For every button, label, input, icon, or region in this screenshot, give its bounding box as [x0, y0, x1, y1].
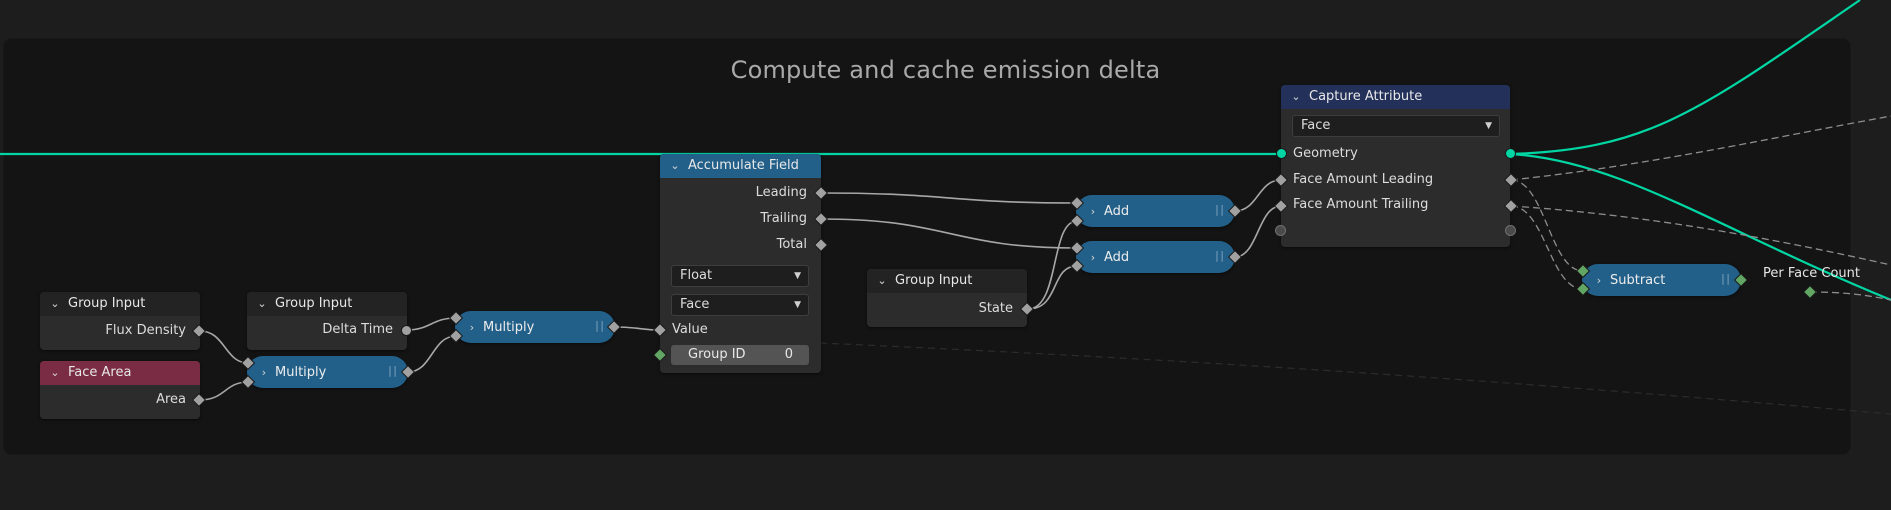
group-id-label: Group ID: [688, 347, 746, 362]
chevron-right-icon[interactable]: ›: [1086, 205, 1100, 218]
node-title: Face Area: [68, 365, 132, 380]
node-header[interactable]: ⌄ Face Area: [40, 361, 200, 385]
chevron-down-icon[interactable]: ⌄: [48, 292, 62, 316]
socket-extend-out[interactable]: [1506, 226, 1515, 235]
multiply-node-2[interactable]: › Multiply | |: [455, 311, 615, 343]
grip-icon[interactable]: | |: [388, 364, 397, 377]
data-type-select[interactable]: Float ▼: [671, 265, 809, 287]
chevron-right-icon[interactable]: ›: [257, 366, 271, 379]
chevron-down-icon: ▼: [794, 300, 801, 310]
capture-domain-value: Face: [1301, 118, 1331, 133]
output-trailing: Trailing: [760, 211, 807, 226]
node-title: Multiply: [275, 364, 327, 380]
output-leading: Leading: [755, 185, 807, 200]
node-title: Subtract: [1610, 272, 1666, 288]
node-title: Accumulate Field: [688, 158, 799, 173]
group-id-field[interactable]: Group ID 0: [671, 345, 809, 365]
accumulate-field-node[interactable]: ⌄ Accumulate Field Leading Trailing Tota…: [660, 154, 821, 373]
geometry-wire-out-up: [1509, 0, 1861, 156]
socket-extend-in[interactable]: [1276, 226, 1285, 235]
grip-icon[interactable]: | |: [1215, 249, 1224, 262]
wire-trailing-to-add2: [820, 218, 1078, 249]
chevron-right-icon[interactable]: ›: [465, 321, 479, 334]
wire-leading-to-subtract: [1510, 179, 1584, 272]
multiply-node-1[interactable]: › Multiply | |: [247, 356, 408, 388]
node-header[interactable]: ⌄ Group Input: [40, 292, 200, 316]
capture-attribute-node[interactable]: ⌄ Capture Attribute Face ▼ Geometry Face…: [1281, 85, 1510, 247]
grip-icon[interactable]: | |: [595, 319, 604, 332]
grip-icon[interactable]: | |: [1215, 203, 1224, 216]
node-header[interactable]: ⌄ Group Input: [247, 292, 407, 316]
domain-select[interactable]: Face ▼: [671, 294, 809, 316]
node-title: Capture Attribute: [1309, 89, 1423, 104]
wire-leading-to-add1: [820, 192, 1078, 204]
output-delta-time: Delta Time: [322, 322, 393, 337]
wire-area-to-multiply: [199, 381, 249, 401]
node-wires: [0, 0, 1891, 415]
output-total: Total: [776, 237, 807, 252]
chevron-down-icon[interactable]: ⌄: [1289, 85, 1303, 109]
reroute-label: Per Face Count: [1763, 266, 1860, 281]
wire-leading-out: [1510, 115, 1891, 181]
row-face-amount-trailing: Face Amount Trailing: [1293, 197, 1429, 212]
input-value: Value: [672, 322, 708, 337]
chevron-right-icon[interactable]: ›: [1592, 274, 1606, 287]
data-type-value: Float: [680, 268, 713, 283]
row-face-amount-leading: Face Amount Leading: [1293, 172, 1434, 187]
output-area: Area: [156, 392, 186, 407]
output-state: State: [978, 301, 1013, 316]
chevron-down-icon[interactable]: ⌄: [48, 361, 62, 385]
node-title: Add: [1104, 203, 1130, 219]
wire-state-to-add1: [1027, 220, 1078, 310]
socket-delta-time[interactable]: [402, 326, 411, 335]
group-id-value: 0: [784, 347, 793, 362]
wire-mul1-to-mul2: [407, 335, 457, 373]
chevron-down-icon[interactable]: ⌄: [668, 154, 682, 178]
chevron-down-icon: ▼: [1485, 121, 1492, 131]
chevron-down-icon[interactable]: ⌄: [255, 292, 269, 316]
chevron-down-icon: ▼: [794, 271, 801, 281]
chevron-right-icon[interactable]: ›: [1086, 251, 1100, 264]
capture-domain-select[interactable]: Face ▼: [1292, 115, 1500, 137]
node-title: Multiply: [483, 319, 535, 335]
add-node-1[interactable]: › Add | |: [1076, 195, 1235, 227]
group-input-node-flux[interactable]: ⌄ Group Input Flux Density: [40, 292, 200, 350]
node-header[interactable]: ⌄ Group Input: [867, 269, 1027, 293]
wire-faint-background: [819, 342, 1891, 415]
wire-flux-to-multiply: [199, 330, 249, 364]
node-title: Add: [1104, 249, 1130, 265]
wire-delta-to-multiply: [406, 317, 457, 331]
domain-value: Face: [680, 297, 710, 312]
row-geometry: Geometry: [1293, 146, 1358, 161]
add-node-2[interactable]: › Add | |: [1076, 241, 1235, 273]
wire-trailing-to-subtract: [1510, 205, 1584, 290]
chevron-down-icon[interactable]: ⌄: [875, 269, 889, 293]
group-input-node-state[interactable]: ⌄ Group Input State: [867, 269, 1027, 327]
socket-geometry-out[interactable]: [1506, 149, 1515, 158]
node-header[interactable]: ⌄ Accumulate Field: [660, 154, 821, 178]
node-title: Group Input: [895, 273, 973, 288]
wire-add1-to-leading: [1234, 179, 1282, 212]
node-header[interactable]: ⌄ Capture Attribute: [1281, 85, 1510, 109]
socket-geometry-in[interactable]: [1277, 149, 1286, 158]
subtract-node[interactable]: › Subtract | |: [1582, 264, 1741, 296]
grip-icon[interactable]: | |: [1721, 272, 1730, 285]
node-title: Group Input: [275, 296, 353, 311]
group-input-node-delta[interactable]: ⌄ Group Input Delta Time: [247, 292, 407, 350]
wire-add2-to-trailing: [1234, 205, 1282, 258]
node-title: Group Input: [68, 296, 146, 311]
output-flux-density: Flux Density: [105, 323, 186, 338]
face-area-node[interactable]: ⌄ Face Area Area: [40, 361, 200, 419]
